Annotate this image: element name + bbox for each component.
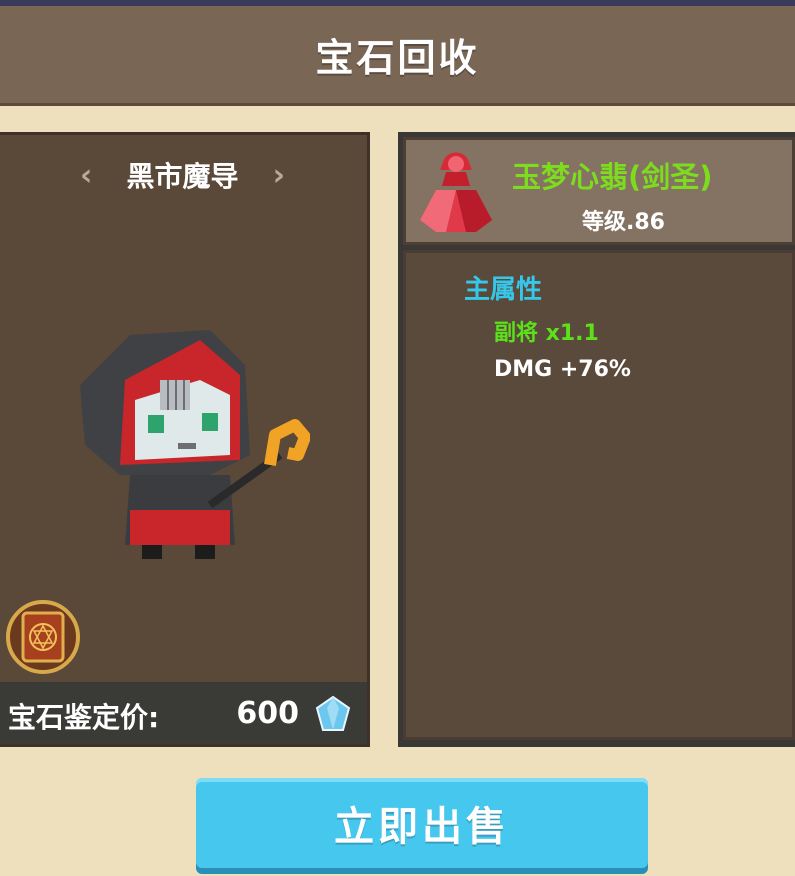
page-title: 宝石回收	[315, 36, 480, 80]
sell-button[interactable]: 立即出售	[196, 778, 648, 868]
price-value: 600	[236, 696, 299, 731]
attribute-line: 副将 x1.1	[494, 321, 599, 346]
diamond-icon	[315, 695, 351, 731]
attribute-panel: 主属性 副将 x1.1 DMG +76%	[403, 250, 795, 740]
attribute-heading: 主属性	[464, 275, 543, 305]
npc-selector: ‹ 黑市魔导 ›	[80, 155, 285, 195]
attribute-line: DMG +76%	[494, 357, 631, 382]
price-label: 宝石鉴定价:	[8, 701, 160, 734]
gem-header: 玉梦心翡(剑圣) 等级.86	[403, 137, 795, 245]
gem-name: 玉梦心翡(剑圣)	[512, 160, 713, 194]
title-bar: 宝石回收	[0, 6, 795, 106]
npc-name: 黑市魔导	[126, 160, 239, 193]
gem-level: 等级.86	[582, 210, 665, 235]
npc-character-icon	[80, 330, 310, 559]
gem-info-panel: 玉梦心翡(剑圣) 等级.86 主属性 副将 x1.1 DMG +76%	[398, 132, 795, 747]
npc-panel: ‹ 黑市魔导 › 宝石鉴定价: 600	[0, 132, 370, 747]
sell-button-label: 立即出售	[334, 804, 510, 850]
book-icon[interactable]	[6, 600, 80, 674]
price-bar: 宝石鉴定价: 600	[0, 682, 367, 744]
red-gem-icon	[420, 152, 492, 232]
prev-arrow-icon[interactable]: ‹	[80, 158, 92, 193]
next-arrow-icon[interactable]: ›	[273, 158, 285, 193]
